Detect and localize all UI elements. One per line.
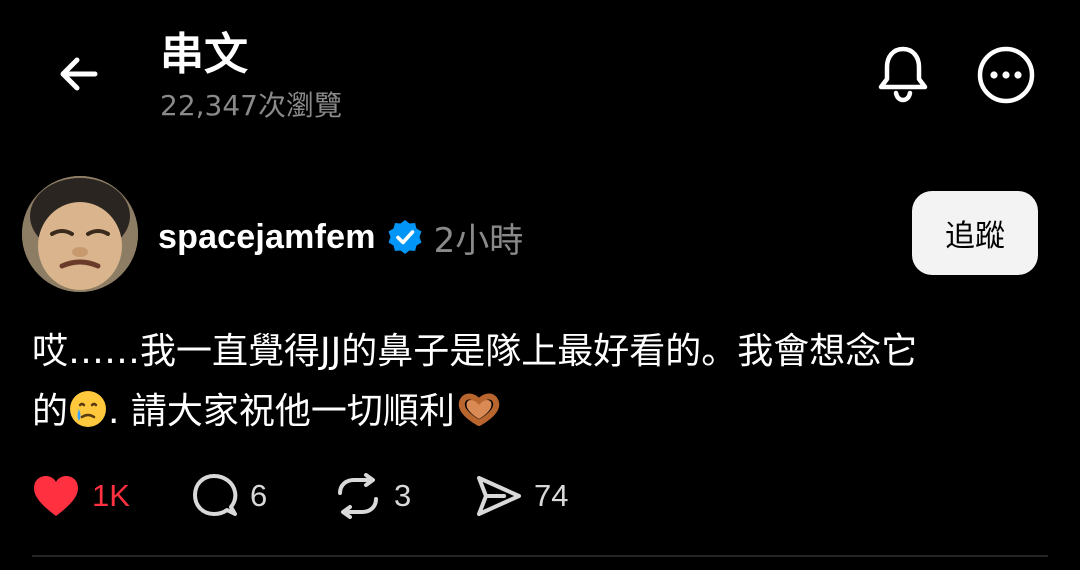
- post-time: 2小時: [433, 220, 524, 261]
- face-holding-back-tears-icon: [68, 388, 108, 448]
- view-count: 22,347次瀏覽: [160, 89, 342, 122]
- comment-icon: [193, 474, 238, 516]
- repost-icon: [338, 473, 378, 519]
- like-count: 1K: [92, 478, 130, 513]
- repost-count: 3: [394, 478, 412, 513]
- share-count: 74: [534, 478, 569, 513]
- post-text-line-2: 的 . 請大家祝他一切順利: [32, 382, 1042, 448]
- verified-badge-icon: [386, 218, 424, 256]
- post-text-segment: . 請大家祝他一切順利: [108, 391, 455, 432]
- bell-icon: [878, 46, 928, 103]
- comment-count: 6: [250, 478, 268, 513]
- like-button[interactable]: 1K: [32, 474, 192, 518]
- comment-button[interactable]: 6: [192, 473, 334, 519]
- username[interactable]: spacejamfem: [158, 218, 376, 257]
- post-text-segment: 的: [32, 391, 69, 432]
- more-horizontal-icon: [977, 46, 1035, 104]
- back-button[interactable]: [50, 45, 108, 103]
- heart-hands-icon: [455, 388, 503, 448]
- arrow-left-icon: [60, 57, 98, 91]
- send-icon: [477, 476, 521, 516]
- divider: [32, 555, 1048, 557]
- page-title: 串文: [160, 29, 248, 80]
- follow-button[interactable]: 追蹤: [912, 191, 1038, 275]
- post-actions: 1K 6 3 74: [32, 466, 616, 526]
- repost-button[interactable]: 3: [334, 473, 476, 519]
- top-bar: 串文 22,347次瀏覽: [0, 0, 1080, 140]
- share-button[interactable]: 74: [476, 474, 616, 518]
- notification-button[interactable]: [870, 40, 936, 106]
- title-block: 串文 22,347次瀏覽: [160, 28, 342, 124]
- more-options-button[interactable]: [975, 44, 1037, 106]
- avatar-image: [22, 176, 138, 292]
- heart-filled-icon: [34, 476, 78, 516]
- post-text: 哎……我一直覺得JJ的鼻子是隊上最好看的。我會想念它 的 . 請大家祝他一切順利: [32, 322, 1042, 448]
- author-line: spacejamfem 2小時: [158, 212, 523, 262]
- avatar[interactable]: [22, 176, 138, 292]
- post-text-line-1: 哎……我一直覺得JJ的鼻子是隊上最好看的。我會想念它: [32, 331, 918, 372]
